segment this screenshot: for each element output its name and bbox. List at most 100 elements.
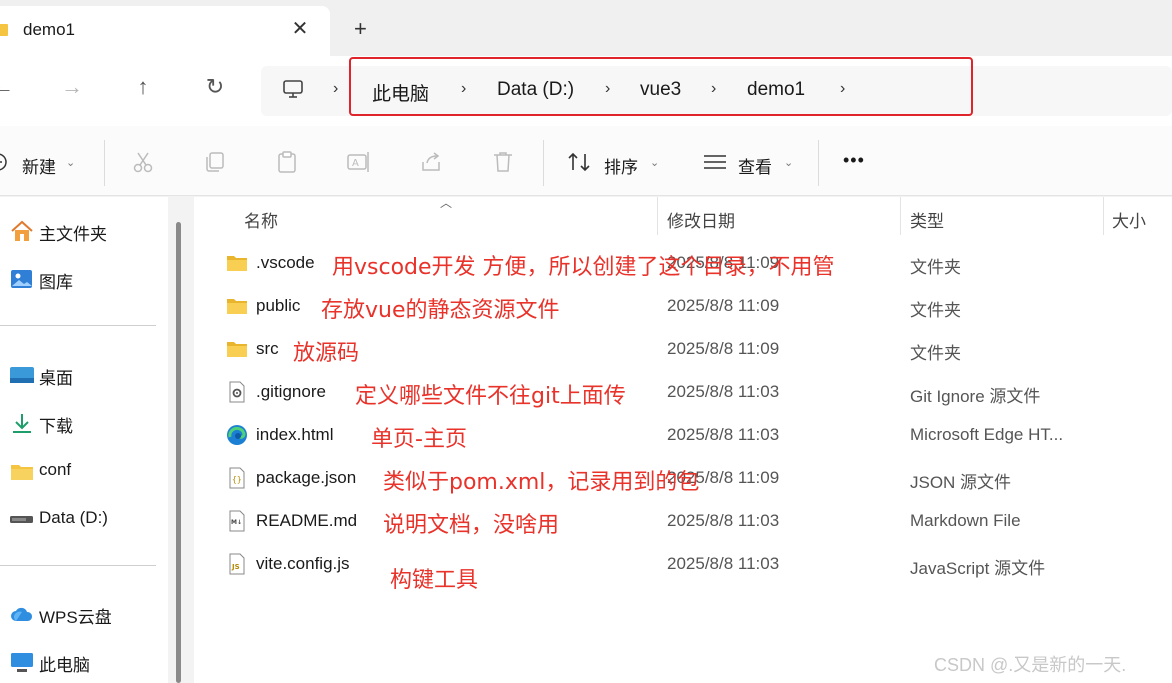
up-button[interactable]: ↑ xyxy=(128,74,158,100)
close-tab-button[interactable]: ✕ xyxy=(288,16,312,41)
sidebar-item-conf[interactable]: conf xyxy=(0,454,160,486)
forward-button[interactable]: → xyxy=(57,74,87,100)
view-button[interactable]: 查看 xyxy=(738,153,772,178)
file-row[interactable]: .vscode 2025/8/8 11:09 文件夹 用vscode开发 方便，… xyxy=(194,243,1172,286)
sidebar-item-wps-cloud[interactable]: WPS云盘 xyxy=(0,597,160,629)
sidebar-item-downloads[interactable]: 下载 xyxy=(0,406,160,438)
annotation-note: 类似于pom.xml，记录用到的包 xyxy=(383,470,700,495)
sidebar-item-label: Data (D:) xyxy=(39,508,108,527)
share-icon[interactable] xyxy=(419,150,443,174)
new-tab-button[interactable]: + xyxy=(354,16,367,42)
column-header-date[interactable]: 修改日期 xyxy=(667,207,735,232)
file-type: Git Ignore 源文件 xyxy=(910,387,1041,406)
breadcrumb-chevron[interactable]: › xyxy=(711,80,716,98)
file-name: .vscode xyxy=(256,253,315,272)
file-type: 文件夹 xyxy=(910,344,961,363)
gear-file-icon xyxy=(229,381,245,403)
toolbar-divider xyxy=(818,140,819,186)
annotation-note: 说明文档，没啥用 xyxy=(383,513,560,538)
rename-icon[interactable]: A xyxy=(346,150,372,174)
new-button[interactable]: 新建 xyxy=(22,153,56,178)
breadcrumb-chevron[interactable]: › xyxy=(333,80,338,98)
column-header-name[interactable]: 名称 xyxy=(244,207,278,232)
sidebar-item-label: 此电脑 xyxy=(39,656,90,675)
copy-icon[interactable] xyxy=(203,150,227,174)
annotation-note: 存放vue的静态资源文件 xyxy=(321,298,560,323)
file-date: 2025/8/8 11:03 xyxy=(667,425,780,444)
navigation-pane: 主文件夹 图库 桌面 下载 conf Data (D:) WPS云盘 此电脑 xyxy=(0,197,168,683)
sidebar-item-desktop[interactable]: 桌面 xyxy=(0,358,160,390)
folder-icon xyxy=(0,24,8,36)
file-row[interactable]: src 2025/8/8 11:09 文件夹 放源码 xyxy=(194,329,1172,372)
svg-text:M↓: M↓ xyxy=(231,519,242,526)
file-row[interactable]: {} package.json 2025/8/8 11:09 JSON 源文件 … xyxy=(194,458,1172,501)
file-row[interactable]: JS vite.config.js 2025/8/8 11:03 JavaScr… xyxy=(194,544,1172,593)
folder-icon xyxy=(11,465,33,480)
breadcrumb-vue3[interactable]: vue3 xyxy=(640,79,681,101)
file-name: src xyxy=(256,339,279,358)
file-name: vite.config.js xyxy=(256,554,350,573)
chevron-down-icon: ⌄ xyxy=(650,157,660,169)
breadcrumb-this-pc[interactable]: 此电脑 xyxy=(372,79,429,106)
sort-button[interactable]: 排序 xyxy=(604,153,638,178)
file-type: Microsoft Edge HT... xyxy=(910,425,1064,444)
back-button[interactable]: ← xyxy=(0,74,18,100)
paste-icon[interactable] xyxy=(275,150,299,174)
toolbar-divider xyxy=(543,140,544,186)
column-header-size[interactable]: 大小 xyxy=(1112,207,1146,232)
pc-icon xyxy=(283,80,303,98)
sidebar-divider xyxy=(0,325,156,326)
file-type: 文件夹 xyxy=(910,258,961,277)
breadcrumb-data-drive[interactable]: Data (D:) xyxy=(497,79,574,101)
sidebar-item-home[interactable]: 主文件夹 xyxy=(0,214,160,246)
js-file-icon: JS xyxy=(229,553,245,575)
file-row[interactable]: index.html 2025/8/8 11:03 Microsoft Edge… xyxy=(194,415,1172,458)
file-row[interactable]: public 2025/8/8 11:09 文件夹 存放vue的静态资源文件 xyxy=(194,286,1172,329)
tab-title: demo1 xyxy=(23,20,75,39)
sidebar-item-gallery[interactable]: 图库 xyxy=(0,262,160,294)
cut-icon[interactable] xyxy=(131,150,155,174)
sidebar-item-this-pc[interactable]: 此电脑 xyxy=(0,645,160,677)
breadcrumb-chevron[interactable]: › xyxy=(840,80,845,98)
cloud-icon xyxy=(11,607,33,621)
breadcrumb-chevron[interactable]: › xyxy=(461,80,466,98)
svg-text:A: A xyxy=(352,158,359,169)
download-icon xyxy=(13,414,31,433)
column-header-type[interactable]: 类型 xyxy=(910,207,944,232)
sidebar-scrollbar[interactable] xyxy=(176,222,181,683)
sidebar-item-label: 下载 xyxy=(39,417,73,436)
file-date: 2025/8/8 11:03 xyxy=(667,511,780,530)
drive-icon xyxy=(10,516,33,523)
breadcrumb-demo1[interactable]: demo1 xyxy=(747,79,805,101)
file-row[interactable]: .gitignore 2025/8/8 11:03 Git Ignore 源文件… xyxy=(194,372,1172,415)
tab-bar: demo1 ✕ + xyxy=(0,0,1172,56)
file-name: README.md xyxy=(256,511,358,530)
tab-demo1[interactable]: demo1 ✕ xyxy=(0,6,330,56)
breadcrumb-chevron[interactable]: › xyxy=(605,80,610,98)
sidebar-divider xyxy=(0,565,156,566)
file-type: JavaScript 源文件 xyxy=(910,559,1046,578)
annotation-note: 定义哪些文件不往git上面传 xyxy=(355,384,626,409)
delete-icon[interactable] xyxy=(491,150,515,174)
file-row[interactable]: M↓ README.md 2025/8/8 11:03 Markdown Fil… xyxy=(194,501,1172,544)
sidebar-item-label: WPS云盘 xyxy=(39,608,112,627)
svg-text:{}: {} xyxy=(232,475,242,484)
navigation-bar: ← → ↑ ↻ › 此电脑 › Data (D:) › vue3 › demo1… xyxy=(0,56,1172,126)
toolbar-divider xyxy=(104,140,105,186)
annotation-note: 构键工具 xyxy=(390,568,479,593)
column-divider[interactable] xyxy=(657,197,658,235)
column-divider[interactable] xyxy=(1103,197,1104,235)
sidebar-item-data-drive[interactable]: Data (D:) xyxy=(0,502,160,534)
folder-icon xyxy=(227,256,247,271)
refresh-button[interactable]: ↻ xyxy=(200,74,230,100)
sidebar-item-label: conf xyxy=(39,460,72,479)
command-bar: 新建 ⌄ A 排序 ⌄ 查看 ⌄ ••• xyxy=(0,126,1172,196)
folder-icon xyxy=(227,342,247,357)
column-divider[interactable] xyxy=(900,197,901,235)
pc-icon xyxy=(11,653,33,672)
more-options-button[interactable]: ••• xyxy=(843,150,865,171)
json-file-icon: {} xyxy=(229,467,245,489)
home-icon xyxy=(11,220,33,241)
file-date: 2025/8/8 11:03 xyxy=(667,382,780,401)
svg-text:JS: JS xyxy=(231,563,240,571)
